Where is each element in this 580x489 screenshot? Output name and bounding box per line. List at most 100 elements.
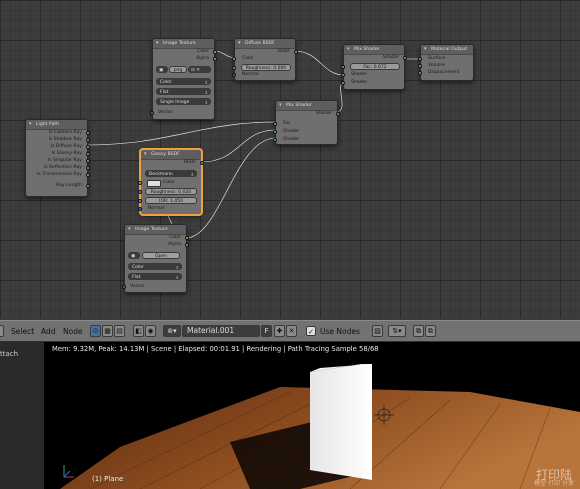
add-material-icon[interactable]: ✚: [274, 325, 285, 337]
input-roughness-socket[interactable]: [138, 190, 142, 194]
material-name-field[interactable]: Material.001: [182, 325, 260, 337]
fake-user-button[interactable]: F: [261, 325, 272, 337]
output-label: Is Camera Ray: [48, 130, 82, 135]
node-title: Mix Shader: [344, 45, 404, 55]
output-label: Is Shadow Ray: [48, 137, 82, 142]
node-title: Image Texture: [153, 39, 214, 49]
glossy-bsdf-node[interactable]: Glossy BSDF BSDF Beckmann Color Roughnes…: [138, 149, 204, 215]
output-shader-socket[interactable]: [336, 112, 340, 116]
input-displacement-socket[interactable]: [418, 71, 422, 75]
editor-type-icon[interactable]: [0, 325, 4, 337]
source-select[interactable]: Single Image: [156, 98, 211, 106]
mix-shader-node-mid[interactable]: Mix Shader Shader Fac Shader Shader: [273, 100, 340, 145]
fac-field[interactable]: Fac: 0.672: [350, 63, 400, 70]
output-bsdf-socket[interactable]: [200, 161, 204, 165]
diffuse-bsdf-node[interactable]: Diffuse BSDF BSDF Color Roughness: 0.000…: [232, 38, 298, 81]
tool-shelf[interactable]: ttach: [0, 342, 44, 489]
input-volume-label: Volume: [428, 63, 446, 68]
ior-field[interactable]: IOR: 1.450: [145, 197, 197, 204]
input-ior-socket[interactable]: [138, 199, 142, 203]
image-browse-button[interactable]: ▣: [156, 66, 168, 73]
use-nodes-checkbox[interactable]: ✓: [306, 326, 316, 336]
input-shader1-socket[interactable]: [341, 73, 345, 77]
paste-nodes-icon[interactable]: ⧉: [425, 325, 436, 337]
input-vector-socket[interactable]: [122, 285, 126, 289]
menu-node[interactable]: Node: [63, 327, 83, 336]
input-fac-label: Fac: [283, 121, 291, 126]
output-socket[interactable]: [86, 152, 90, 156]
snap-icon[interactable]: ⇅▾: [388, 325, 406, 337]
input-surface-socket[interactable]: [418, 57, 422, 61]
output-shader-socket[interactable]: [403, 56, 407, 60]
input-shader2-socket[interactable]: [273, 138, 277, 142]
output-color-socket[interactable]: [185, 236, 189, 240]
color-swatch[interactable]: [147, 180, 161, 187]
material-browse-icon[interactable]: ⊚▾: [163, 325, 181, 337]
input-shader2-socket[interactable]: [341, 81, 345, 85]
input-color-socket[interactable]: [232, 57, 236, 61]
image-texture-node-bottom[interactable]: Image Texture Color Alpha ▣ Open Color F…: [122, 224, 189, 293]
input-shader1-socket[interactable]: [273, 130, 277, 134]
mix-shader-node-top[interactable]: Mix Shader Shader Fac: 0.672 Shader Shad…: [341, 44, 407, 90]
output-shader-label: Shader: [382, 55, 399, 60]
active-object-label: (1) Plane: [92, 475, 124, 483]
color-label: Color: [163, 180, 175, 185]
shader-type-icon[interactable]: ⊙: [90, 325, 101, 337]
output-alpha-socket[interactable]: [185, 243, 189, 247]
input-normal-socket[interactable]: [138, 207, 142, 211]
output-alpha-socket[interactable]: [213, 57, 217, 61]
output-socket[interactable]: [86, 173, 90, 177]
world-icon[interactable]: ◉: [145, 325, 156, 337]
material-output-node[interactable]: Material Output Surface Volume Displacem…: [418, 44, 474, 81]
open-image-button[interactable]: Open: [142, 252, 180, 259]
input-fac-socket[interactable]: [341, 65, 345, 69]
input-vector-socket[interactable]: [150, 111, 154, 115]
watermark-subtitle: 模型 打印 分享: [534, 480, 574, 487]
image-extra-button[interactable]: ⊡ ✕: [188, 66, 211, 73]
image-name-field[interactable]: png: [169, 66, 187, 73]
image-texture-node-top[interactable]: Image Texture Color Alpha ▣ png ⊡ ✕ Colo…: [150, 38, 217, 120]
object-icon[interactable]: ◧: [133, 325, 144, 337]
node-title: Mix Shader: [276, 101, 337, 111]
projection-select[interactable]: Flat: [156, 88, 211, 96]
node-title: Light Path: [26, 120, 87, 130]
tool-shelf-label: ttach: [0, 350, 19, 358]
projection-select[interactable]: Flat: [128, 273, 182, 281]
compositor-type-icon[interactable]: ▤: [114, 325, 125, 337]
roughness-field[interactable]: Roughness: 0.000: [241, 64, 291, 71]
input-shader2-label: Shader: [351, 80, 368, 85]
output-socket[interactable]: [86, 131, 90, 135]
output-shader-label: Shader: [315, 111, 332, 116]
color-mode-select[interactable]: Color: [128, 263, 182, 271]
image-browse-button[interactable]: ▣: [128, 252, 140, 259]
input-normal-socket[interactable]: [232, 73, 236, 77]
output-socket[interactable]: [86, 166, 90, 170]
node-editor-header: Select Add Node ⊙ ▦ ▤ ◧ ◉ ⊚▾ Material.00…: [0, 320, 580, 342]
color-mode-select[interactable]: Color: [156, 78, 211, 86]
input-volume-socket[interactable]: [418, 64, 422, 68]
distribution-select[interactable]: Beckmann: [145, 170, 197, 178]
unlink-material-icon[interactable]: ✕: [286, 325, 297, 337]
input-fac-socket[interactable]: [273, 122, 277, 126]
menu-add[interactable]: Add: [41, 327, 56, 336]
output-label: Is Transmission Ray: [37, 172, 82, 177]
copy-nodes-icon[interactable]: ⧉: [413, 325, 424, 337]
output-color-label: Color: [197, 49, 209, 54]
light-path-node[interactable]: Light Path Is Camera Ray Is Shadow Ray I…: [25, 119, 90, 197]
input-color-socket[interactable]: [138, 181, 142, 185]
output-socket[interactable]: [86, 184, 90, 188]
backdrop-icon[interactable]: ▨: [372, 325, 383, 337]
output-color-socket[interactable]: [213, 50, 217, 54]
output-socket[interactable]: [86, 138, 90, 142]
texture-type-icon[interactable]: ▦: [102, 325, 113, 337]
output-bsdf-socket[interactable]: [294, 50, 298, 54]
menu-select[interactable]: Select: [11, 327, 34, 336]
render-viewport[interactable]: ttach Mem: 9.32M, Peak: 14.13M | Scene |…: [0, 342, 580, 489]
output-socket[interactable]: [86, 159, 90, 163]
roughness-field[interactable]: Roughness: 0.020: [145, 188, 197, 195]
input-roughness-socket[interactable]: [232, 66, 236, 70]
node-editor[interactable]: Image Texture Color Alpha ▣ png ⊡ ✕ Colo…: [0, 0, 580, 318]
render-image: [0, 342, 580, 489]
output-socket[interactable]: [86, 145, 90, 149]
input-surface-label: Surface: [428, 56, 446, 61]
